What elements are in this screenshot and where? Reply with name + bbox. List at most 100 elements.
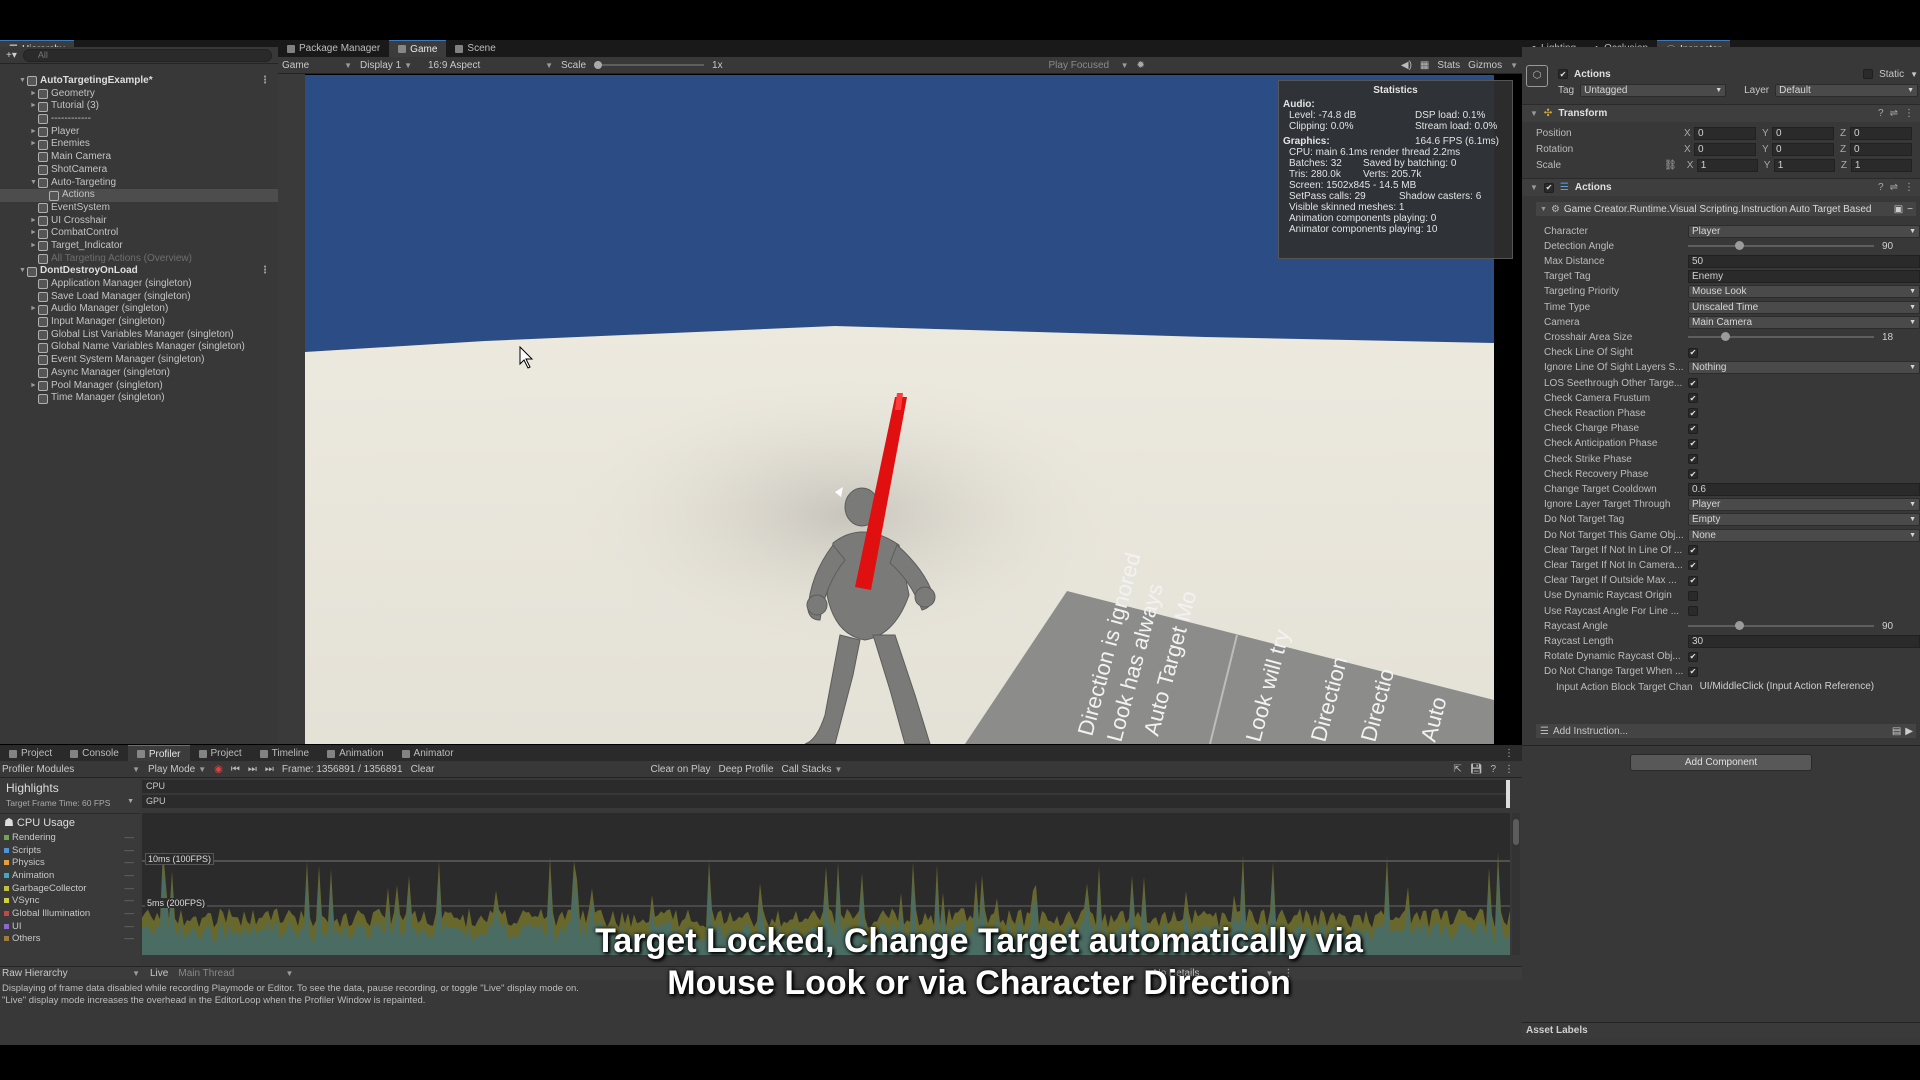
kebab-menu-icon[interactable]: ⋮ [260, 75, 270, 88]
save-icon[interactable]: 💾︎ [1470, 764, 1483, 775]
help-icon[interactable]: ? [1878, 108, 1884, 119]
expand-arrow-icon[interactable]: ► [29, 88, 38, 101]
expand-arrow-icon[interactable]: ▼ [18, 75, 27, 88]
hierarchy-item[interactable]: ShotCamera [0, 164, 278, 177]
hierarchy-item[interactable]: ► Target_Indicator [0, 240, 278, 253]
help-icon[interactable]: ? [1878, 182, 1884, 193]
property-checkbox[interactable]: ✔ [1688, 575, 1698, 586]
stats-button[interactable]: Stats [1437, 60, 1460, 71]
hierarchy-item[interactable]: ► Player [0, 126, 278, 139]
property-field[interactable]: 30 [1688, 634, 1920, 648]
hierarchy-item[interactable]: ► UI Crosshair [0, 215, 278, 228]
expand-arrow-icon[interactable]: ▼ [29, 177, 38, 190]
add-component-button[interactable]: Add Component [1630, 754, 1812, 771]
chevron-down-icon[interactable]: ▼ [1510, 61, 1518, 70]
hierarchy-item[interactable]: Event System Manager (singleton) [0, 354, 278, 367]
tab-package-manager[interactable]: Package Manager [278, 40, 389, 57]
hierarchy-item[interactable]: ▼ DontDestroyOnLoad ⋮ [0, 265, 278, 278]
tab-game[interactable]: Game [389, 40, 447, 57]
property-dropdown[interactable]: Main Camera ▼ [1688, 315, 1920, 329]
expand-arrow-icon[interactable]: ► [29, 227, 38, 240]
kebab-menu-icon[interactable]: ⋮ [260, 265, 270, 278]
hierarchy-item[interactable]: All Targeting Actions (Overview) [0, 253, 278, 266]
profiler-modules-dropdown[interactable]: Profiler Modules ▼ [2, 764, 140, 775]
cpu-usage-module[interactable]: ☗ CPU Usage [0, 813, 140, 831]
scale-slider-knob[interactable] [594, 61, 603, 69]
expand-arrow-icon[interactable]: ► [29, 100, 38, 113]
audio-icon[interactable]: ◀) [1401, 60, 1412, 71]
transform-header[interactable]: ▼ ✣ Transform ? ⇌ ⋮ [1522, 104, 1920, 122]
actions-header[interactable]: ▼ ✔ ☰ Actions ? ⇌ ⋮ [1522, 178, 1920, 196]
rotation-z-field[interactable]: 0 [1850, 142, 1912, 156]
expand-arrow-icon[interactable]: ► [29, 240, 38, 253]
display-dropdown[interactable]: Display 1 ▼ [360, 60, 420, 71]
cpu-category-item[interactable]: Rendering — [0, 831, 140, 844]
slider-value[interactable]: 18 [1882, 332, 1920, 343]
hierarchy-item[interactable]: Save Load Manager (singleton) [0, 291, 278, 304]
play-mode-dropdown[interactable]: Play Mode ▼ [148, 764, 206, 775]
hierarchy-item[interactable]: ▼ Auto-Targeting [0, 177, 278, 190]
static-checkbox[interactable] [1863, 69, 1874, 79]
hierarchy-item[interactable]: ▼ AutoTargetingExample* ⋮ [0, 75, 278, 88]
property-checkbox[interactable]: ✔ [1688, 408, 1698, 419]
hierarchy-item[interactable]: Application Manager (singleton) [0, 278, 278, 291]
hierarchy-item[interactable]: ► Geometry [0, 88, 278, 101]
load-icon[interactable]: ⇱ [1453, 764, 1461, 775]
hierarchy-item[interactable]: Global Name Variables Manager (singleton… [0, 341, 278, 354]
tab-scene[interactable]: Scene [446, 40, 504, 57]
hierarchy-item[interactable]: Actions [0, 189, 278, 202]
hierarchy-item[interactable]: EventSystem [0, 202, 278, 215]
property-checkbox[interactable]: ✔ [1688, 347, 1698, 358]
add-instruction-bar[interactable]: ☰ Add Instruction... ▤ ▶ [1536, 724, 1916, 738]
scale-slider[interactable] [594, 61, 705, 69]
slider-knob[interactable] [1734, 621, 1744, 631]
property-field[interactable]: 50 [1688, 254, 1920, 268]
slider-knob[interactable] [1734, 241, 1744, 251]
position-z-field[interactable]: 0 [1850, 126, 1912, 140]
expand-arrow-icon[interactable]: ► [29, 138, 38, 151]
aspect-dropdown[interactable]: 16:9 Aspect ▼ [428, 60, 553, 71]
call-stacks-dropdown[interactable]: Call Stacks ▼ [782, 764, 843, 775]
clear-button[interactable]: Clear [411, 764, 435, 775]
tab-project-2[interactable]: Project [190, 745, 251, 762]
property-dropdown[interactable]: Player ▼ [1688, 498, 1920, 512]
cpu-category-item[interactable]: Scripts — [0, 844, 140, 857]
rotation-x-field[interactable]: 0 [1694, 142, 1756, 156]
cpu-category-item[interactable]: Global Illumination — [0, 907, 140, 920]
deep-profile-button[interactable]: Deep Profile [719, 764, 774, 775]
tag-dropdown[interactable]: Untagged ▼ [1580, 84, 1727, 97]
tab-console[interactable]: Console [61, 745, 128, 762]
position-y-field[interactable]: 0 [1772, 126, 1834, 140]
hierarchy-item[interactable]: ► Tutorial (3) [0, 100, 278, 113]
tab-timeline[interactable]: Timeline [251, 745, 318, 762]
target-frame-dropdown[interactable]: Target Frame Time: 60 FPS ▼ [0, 798, 140, 808]
kebab-menu-icon[interactable]: ⋮ [1904, 108, 1920, 119]
property-checkbox[interactable]: ✔ [1688, 469, 1698, 480]
property-checkbox[interactable] [1688, 590, 1698, 601]
cpu-category-item[interactable]: GarbageCollector — [0, 882, 140, 895]
game-mode-dropdown[interactable]: Game ▼ [282, 60, 352, 71]
remove-icon[interactable]: − [1907, 204, 1916, 215]
preset-icon[interactable]: ⇌ [1890, 108, 1898, 119]
bug-icon[interactable]: ✹ [1137, 60, 1145, 71]
slider-value[interactable]: 90 [1882, 621, 1920, 632]
hierarchy-item[interactable]: ► Pool Manager (singleton) [0, 380, 278, 393]
grid-icon[interactable]: ▦ [1420, 60, 1429, 71]
kebab-menu-icon[interactable]: ⋮ [1904, 182, 1920, 193]
last-frame-icon[interactable]: ⏭ [265, 764, 274, 775]
play-icon[interactable]: ▶ [1905, 726, 1916, 737]
hierarchy-item[interactable]: Async Manager (singleton) [0, 367, 278, 380]
hierarchy-item[interactable]: ► Audio Manager (singleton) [0, 303, 278, 316]
cpu-category-item[interactable]: Physics — [0, 856, 140, 869]
hierarchy-item[interactable]: Time Manager (singleton) [0, 392, 278, 405]
property-checkbox[interactable]: ✔ [1688, 438, 1698, 449]
cpu-category-item[interactable]: Animation — [0, 869, 140, 882]
gizmos-button[interactable]: Gizmos [1468, 60, 1502, 71]
tab-animation[interactable]: Animation [318, 745, 392, 762]
help-icon[interactable]: ? [1490, 764, 1496, 775]
tab-animator[interactable]: Animator [393, 745, 463, 762]
property-dropdown[interactable]: Nothing ▼ [1688, 361, 1920, 375]
step-back-icon[interactable]: ⏮ [231, 764, 240, 775]
step-forward-icon[interactable]: ⏭ [248, 764, 257, 775]
property-dropdown[interactable]: Empty ▼ [1688, 513, 1920, 527]
